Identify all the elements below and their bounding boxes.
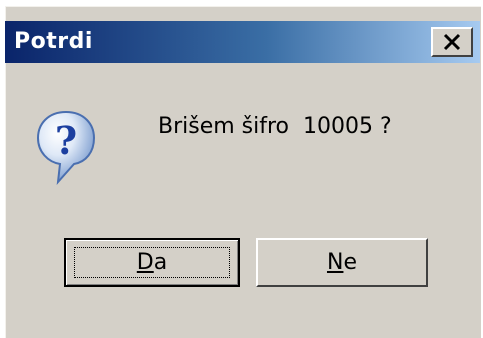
title-bar[interactable]: Potrdi (5, 21, 480, 63)
no-button-label: Ne (326, 250, 357, 275)
close-icon (443, 33, 461, 51)
yes-button-label: Da (136, 250, 168, 275)
close-button[interactable] (431, 27, 473, 57)
confirm-message: Brišem šifro 10005 ? (158, 114, 392, 139)
window-title: Potrdi (14, 29, 93, 54)
svg-text:?: ? (55, 118, 77, 163)
question-icon: ? (34, 106, 98, 190)
yes-button[interactable]: Da (64, 238, 240, 287)
no-button[interactable]: Ne (256, 238, 428, 287)
